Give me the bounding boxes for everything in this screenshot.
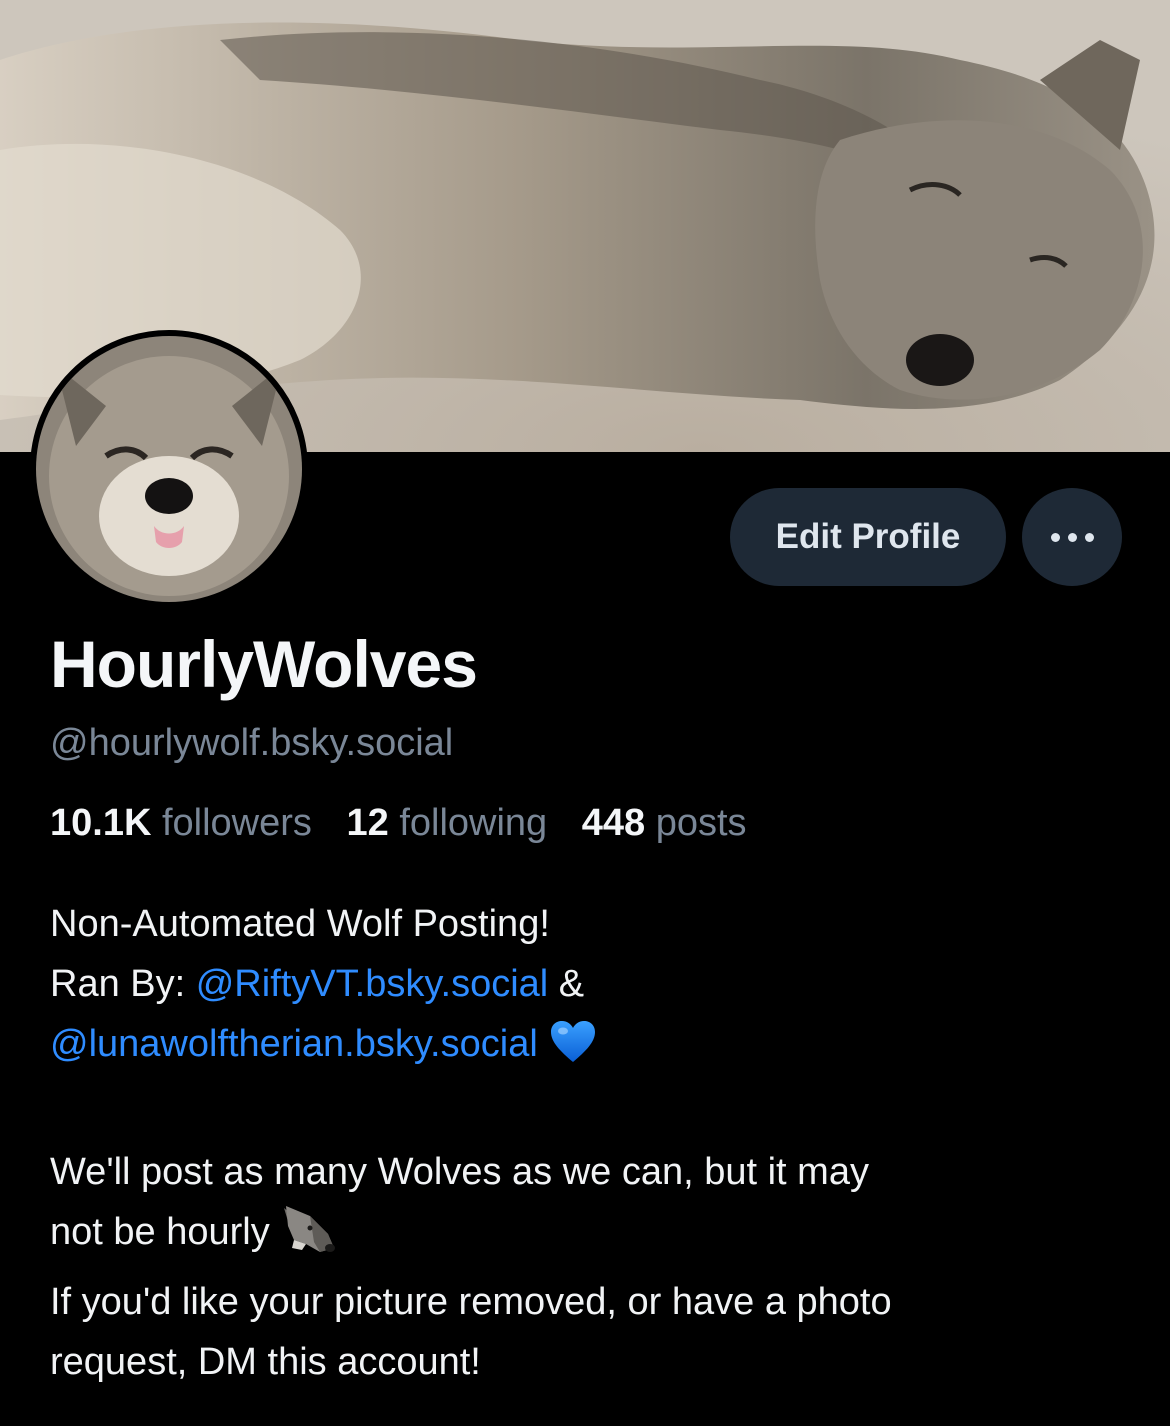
- bio-ampersand: &: [548, 963, 585, 1005]
- following-count: 12: [346, 802, 389, 844]
- posts-stat: 448 posts: [582, 802, 747, 844]
- followers-count: 10.1K: [50, 802, 152, 844]
- more-options-button[interactable]: [1022, 488, 1122, 586]
- bio-ranby-prefix: Ran By:: [50, 963, 196, 1005]
- posts-label: posts: [655, 802, 747, 844]
- mention-link-rifty[interactable]: @RiftyVT.bsky.social: [196, 963, 549, 1005]
- following-stat[interactable]: 12 following: [346, 802, 547, 844]
- bio-mention-line: @lunawolftherian.bsky.social: [50, 1014, 1140, 1082]
- display-name: HourlyWolves: [50, 627, 478, 701]
- posts-count: 448: [581, 802, 646, 844]
- profile-handle: @hourlywolf.bsky.social: [50, 722, 454, 764]
- following-label: following: [399, 802, 548, 844]
- bio-line: request, DM this account!: [50, 1341, 481, 1383]
- avatar-wolf-image: [36, 336, 302, 602]
- mention-link-luna[interactable]: @lunawolftherian.bsky.social: [50, 1023, 538, 1065]
- wolf-face-icon: [280, 1204, 336, 1272]
- bio-line-text: not be hourly: [50, 1211, 270, 1253]
- blue-heart-icon: [550, 1020, 596, 1082]
- ellipsis-icon: [1047, 532, 1098, 542]
- bio-line: not be hourly: [50, 1202, 1140, 1272]
- followers-label: followers: [161, 802, 312, 844]
- edit-profile-button[interactable]: Edit Profile: [730, 488, 1006, 586]
- avatar[interactable]: [30, 330, 308, 608]
- followers-stat[interactable]: 10.1K followers: [50, 802, 312, 844]
- bio-ranby-line: Ran By: @RiftyVT.bsky.social &: [50, 954, 1140, 1014]
- bio-line: We'll post as many Wolves as we can, but…: [50, 1151, 869, 1193]
- bio-line: If you'd like your picture removed, or h…: [50, 1281, 892, 1323]
- profile-bio: Non-Automated Wolf Posting! Ran By: @Rif…: [50, 894, 1140, 1392]
- profile-stats: 10.1K followers 12 following 448 posts: [50, 802, 771, 845]
- bio-line: Non-Automated Wolf Posting!: [50, 903, 550, 945]
